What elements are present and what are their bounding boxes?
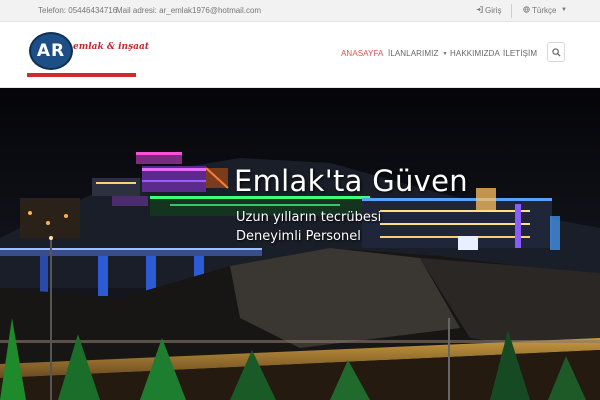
nav-item-hakkimizda[interactable]: HAKKIMIZDA	[450, 49, 500, 58]
language-label: Türkçe	[532, 6, 557, 15]
hero-subtitle-line-2: Deneyimli Personel	[236, 229, 361, 244]
chevron-down-icon: ▼	[442, 51, 448, 57]
hero-slider: Emlak'ta Güven Uzun yılların tecrübesi D…	[0, 88, 600, 400]
logo-underline	[27, 73, 136, 77]
search-icon	[552, 48, 561, 57]
nav-item-ilanlarimiz[interactable]: İLANLARIMIZ ▼	[388, 49, 448, 58]
chevron-down-icon[interactable]: ▼	[561, 7, 567, 13]
phone-text: Telefon: 05446434716	[38, 6, 118, 15]
main-navbar: AR emlak & inşaat ANASAYFA İLANLARIMIZ ▼ …	[0, 22, 600, 88]
nav-item-anasayfa[interactable]: ANASAYFA	[341, 49, 383, 58]
login-link[interactable]: Giriş	[476, 6, 501, 15]
globe-icon	[523, 6, 530, 15]
hero-subtitle-line-1: Uzun yılların tecrübesi	[236, 210, 382, 225]
top-bar: Telefon: 05446434716 Mail adresi: ar_eml…	[0, 0, 600, 22]
nav-item-iletisim[interactable]: İLETİŞİM	[503, 49, 537, 58]
search-button[interactable]	[547, 42, 565, 62]
email-text: Mail adresi: ar_emlak1976@hotmail.com	[116, 6, 262, 15]
logo-tagline: emlak & inşaat	[73, 42, 149, 52]
login-icon	[476, 6, 483, 15]
language-selector[interactable]: Türkçe	[523, 6, 556, 15]
nav-item-ilanlarimiz-label: İLANLARIMIZ	[388, 49, 439, 58]
logo-monogram: AR	[29, 32, 73, 70]
hero-background-image	[0, 88, 600, 400]
topbar-divider	[511, 4, 512, 18]
login-label: Giriş	[485, 6, 502, 15]
hero-title: Emlak'ta Güven	[234, 164, 468, 198]
site-logo[interactable]: AR emlak & inşaat	[27, 30, 149, 82]
